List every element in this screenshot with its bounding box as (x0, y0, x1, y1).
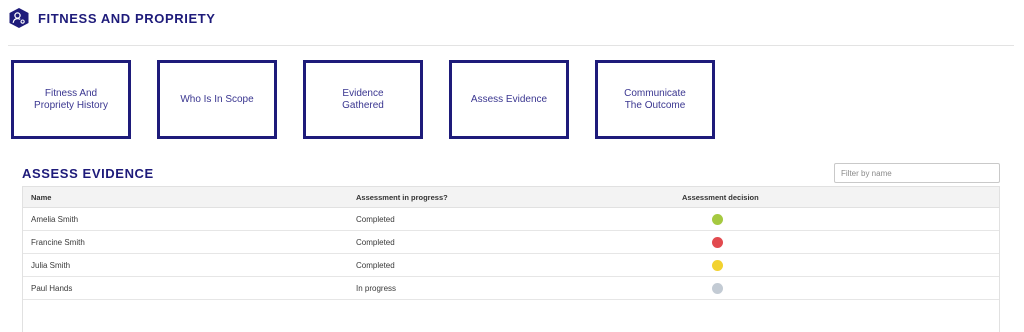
row-name: Paul Hands (31, 284, 73, 293)
column-header-assessment-in-progress[interactable]: Assessment in progress? (356, 187, 448, 208)
column-header-name[interactable]: Name (31, 187, 51, 208)
column-header-assessment-decision[interactable]: Assessment decision (682, 187, 759, 208)
row-progress-status: Completed (356, 261, 395, 270)
table-header: Name Assessment in progress? Assessment … (23, 187, 999, 208)
step-assess-evidence[interactable]: Assess Evidence (449, 60, 569, 139)
row-name: Amelia Smith (31, 215, 79, 224)
step-label: Who Is In Scope (180, 93, 254, 105)
header-divider (8, 45, 1014, 46)
decision-status-dot (712, 283, 723, 294)
step-label: Fitness And Propriety History (34, 87, 108, 111)
decision-status-dot (712, 214, 723, 225)
assessment-table: Name Assessment in progress? Assessment … (22, 186, 1000, 332)
step-label: Evidence Gathered (342, 87, 384, 111)
table-row[interactable]: Francine Smith Completed (23, 231, 999, 254)
section-title: ASSESS EVIDENCE (22, 166, 154, 181)
step-fitness-and-propriety-history[interactable]: Fitness And Propriety History (11, 60, 131, 139)
person-settings-icon (9, 8, 29, 28)
table-row[interactable]: Amelia Smith Completed (23, 208, 999, 231)
step-label: Assess Evidence (470, 93, 548, 105)
step-evidence-gathered[interactable]: Evidence Gathered (303, 60, 423, 139)
page-title: FITNESS AND PROPRIETY (38, 10, 216, 26)
row-name: Julia Smith (31, 261, 71, 270)
step-label: Communicate The Outcome (624, 87, 686, 111)
decision-status-dot (712, 237, 723, 248)
step-who-is-in-scope[interactable]: Who Is In Scope (157, 60, 277, 139)
row-progress-status: Completed (356, 215, 395, 224)
row-progress-status: In progress (356, 284, 397, 293)
decision-status-dot (712, 260, 723, 271)
page-header: FITNESS AND PROPRIETY (8, 6, 216, 30)
table-row[interactable]: Julia Smith Completed (23, 254, 999, 277)
row-name: Francine Smith (31, 238, 85, 247)
step-communicate-the-outcome[interactable]: Communicate The Outcome (595, 60, 715, 139)
row-progress-status: Completed (356, 238, 395, 247)
filter-by-name-input[interactable] (834, 163, 1000, 183)
table-row[interactable]: Paul Hands In progress (23, 277, 999, 300)
